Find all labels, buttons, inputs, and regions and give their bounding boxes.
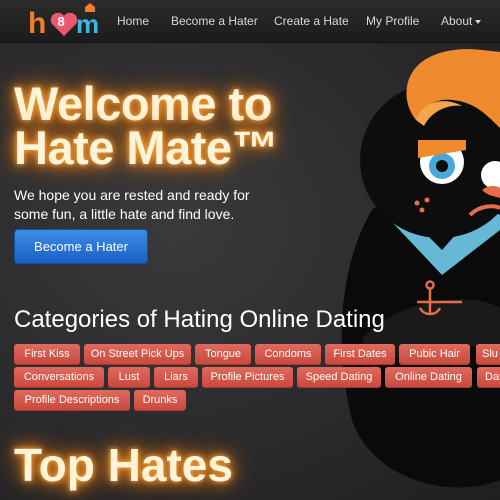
svg-text:h: h [28,7,46,40]
hero-title-line-1: Welcome to [14,77,272,130]
nav-about-dropdown[interactable]: About [441,0,482,42]
category-tag-first-kiss[interactable]: First Kiss [14,344,80,365]
category-tag-profile-descriptions[interactable]: Profile Descriptions [14,390,130,411]
category-tag-pubic-hair[interactable]: Pubic Hair [399,344,470,365]
svg-text:8: 8 [58,14,65,29]
hero-title: Welcome to Hate Mate™ [14,77,344,174]
nav-about-label: About [441,14,473,28]
category-tag-on-street-pick-ups[interactable]: On Street Pick Ups [84,344,191,365]
category-tag-dar[interactable]: Dar [477,367,500,388]
category-tag-online-dating[interactable]: Online Dating [385,367,472,388]
category-tag-tongue[interactable]: Tongue [195,344,251,365]
hero-title-line-2: Hate Mate™ [14,121,279,174]
nav-become-a-hater[interactable]: Become a Hater [171,0,258,42]
hero-tagline: We hope you are rested and ready for som… [14,187,250,222]
mascot-illustration [341,49,500,488]
category-tag-liars[interactable]: Liars [154,367,198,388]
category-tag-profile-pictures[interactable]: Profile Pictures [202,367,293,388]
category-tag-speed-dating[interactable]: Speed Dating [297,367,381,388]
nav-create-a-hate[interactable]: Create a Hate [274,0,349,42]
category-tag-conversations[interactable]: Conversations [14,367,104,388]
svg-text:m: m [76,9,99,39]
category-tag-drunks[interactable]: Drunks [134,390,186,411]
category-tag-lust[interactable]: Lust [108,367,150,388]
caret-down-icon [475,19,482,24]
top-hates-heading: Top Hates [14,439,233,491]
category-tag-condoms[interactable]: Condoms [255,344,321,365]
nav-my-profile[interactable]: My Profile [366,0,419,42]
nav-home[interactable]: Home [117,0,149,42]
site-logo[interactable]: h 8 m [28,2,100,40]
become-a-hater-button[interactable]: Become a Hater [14,229,148,264]
category-tag-slu[interactable]: Slu [476,344,500,365]
navbar: h 8 m Home Become a Hater Create a Hate … [0,0,500,43]
category-tag-first-dates[interactable]: First Dates [325,344,395,365]
categories-heading: Categories of Hating Online Dating [14,306,385,333]
